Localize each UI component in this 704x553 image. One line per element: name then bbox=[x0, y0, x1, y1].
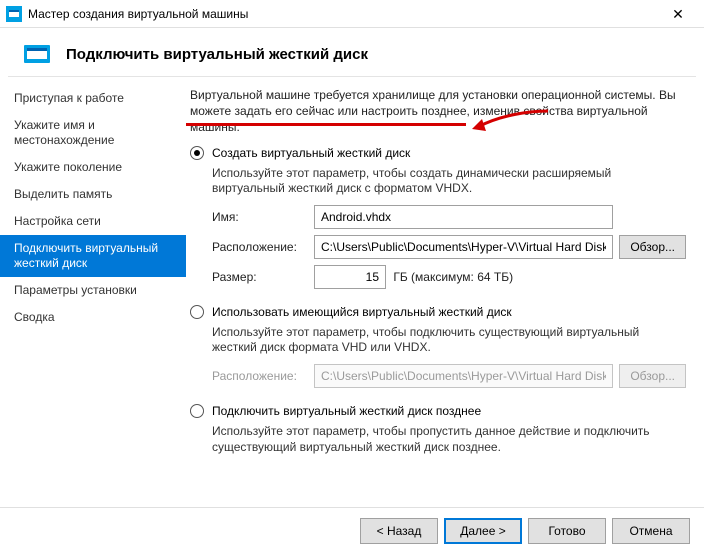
sidebar-step-name-location[interactable]: Укажите имя и местонахождение bbox=[0, 112, 186, 154]
browse-button[interactable]: Обзор... bbox=[619, 235, 686, 259]
back-button[interactable]: < Назад bbox=[360, 518, 438, 544]
cancel-button[interactable]: Отмена bbox=[612, 518, 690, 544]
use-location-input bbox=[314, 364, 613, 388]
option-create-vhd: Создать виртуальный жесткий диск Использ… bbox=[190, 146, 686, 289]
page-title: Подключить виртуальный жесткий диск bbox=[66, 46, 368, 63]
sidebar-step-memory[interactable]: Выделить память bbox=[0, 181, 186, 208]
intro-text: Виртуальной машине требуется хранилище д… bbox=[190, 87, 686, 136]
option-use-existing-vhd: Использовать имеющийся виртуальный жестк… bbox=[190, 305, 686, 388]
close-icon[interactable]: ✕ bbox=[658, 0, 698, 28]
wizard-content: Виртуальной машине требуется хранилище д… bbox=[186, 77, 704, 507]
app-icon bbox=[6, 6, 22, 22]
sidebar-step-start[interactable]: Приступая к работе bbox=[0, 85, 186, 112]
window-titlebar: Мастер создания виртуальной машины ✕ bbox=[0, 0, 704, 28]
use-browse-button: Обзор... bbox=[619, 364, 686, 388]
location-input[interactable] bbox=[314, 235, 613, 259]
use-location-label: Расположение: bbox=[212, 369, 308, 383]
option-use-desc: Используйте этот параметр, чтобы подключ… bbox=[212, 325, 686, 356]
sidebar-step-install-options[interactable]: Параметры установки bbox=[0, 277, 186, 304]
option-create-desc: Используйте этот параметр, чтобы создать… bbox=[212, 166, 686, 197]
option-later-desc: Используйте этот параметр, чтобы пропуст… bbox=[212, 424, 686, 455]
name-input[interactable] bbox=[314, 205, 613, 229]
size-note: ГБ (максимум: 64 ТБ) bbox=[393, 270, 513, 284]
wizard-steps-sidebar: Приступая к работе Укажите имя и местона… bbox=[0, 77, 186, 507]
size-input[interactable] bbox=[314, 265, 386, 289]
sidebar-step-connect-vhd[interactable]: Подключить виртуальный жесткий диск bbox=[0, 235, 186, 277]
window-title: Мастер создания виртуальной машины bbox=[28, 7, 658, 21]
option-later-label: Подключить виртуальный жесткий диск позд… bbox=[212, 404, 481, 418]
sidebar-step-generation[interactable]: Укажите поколение bbox=[0, 154, 186, 181]
radio-attach-later[interactable] bbox=[190, 404, 204, 418]
radio-use-existing-vhd[interactable] bbox=[190, 305, 204, 319]
page-header: Подключить виртуальный жесткий диск bbox=[0, 28, 704, 76]
wizard-header-icon bbox=[24, 42, 52, 66]
annotation-underline bbox=[186, 123, 466, 126]
location-label: Расположение: bbox=[212, 240, 308, 254]
option-attach-later: Подключить виртуальный жесткий диск позд… bbox=[190, 404, 686, 455]
next-button[interactable]: Далее > bbox=[444, 518, 522, 544]
size-label: Размер: bbox=[212, 270, 308, 284]
name-label: Имя: bbox=[212, 210, 308, 224]
annotation-arrow-icon bbox=[470, 109, 550, 140]
sidebar-step-summary[interactable]: Сводка bbox=[0, 304, 186, 331]
finish-button[interactable]: Готово bbox=[528, 518, 606, 544]
radio-create-vhd[interactable] bbox=[190, 146, 204, 160]
option-create-label: Создать виртуальный жесткий диск bbox=[212, 146, 410, 160]
option-use-label: Использовать имеющийся виртуальный жестк… bbox=[212, 305, 512, 319]
sidebar-step-network[interactable]: Настройка сети bbox=[0, 208, 186, 235]
wizard-footer: < Назад Далее > Готово Отмена bbox=[0, 507, 704, 553]
